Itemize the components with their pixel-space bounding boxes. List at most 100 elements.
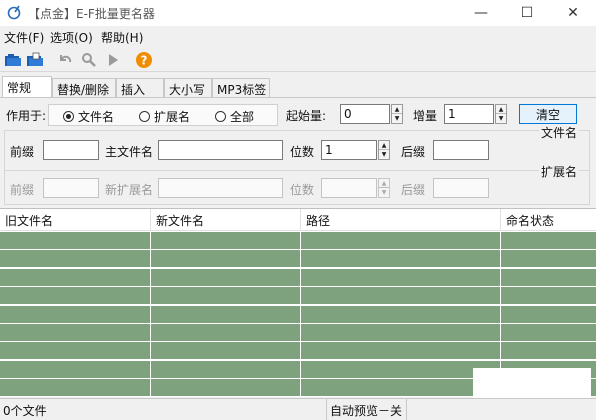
extension-digits-label: 位数 [290,183,315,197]
table-cell [0,268,151,287]
start-value-label: 起始量: [286,109,327,123]
table-cell [0,360,151,379]
radio-label: 文件名 [78,110,115,124]
table-cell [151,360,301,379]
extension-prefix-input[interactable] [43,178,99,198]
new-extension-input[interactable] [158,178,283,198]
spin-up-icon[interactable]: ▲ [496,105,506,114]
auto-preview-status: 自动预览－关 [327,399,407,420]
menu-file[interactable]: 文件(F) [4,29,44,46]
table-row[interactable] [0,268,596,287]
tab-general[interactable]: 常规 [2,76,52,98]
table-cell [0,250,151,269]
spin-down-icon[interactable]: ▼ [392,114,402,123]
table-cell [151,379,301,398]
tab-replace-delete[interactable]: 替换/删除 [52,78,116,98]
apply-to-radio-group: 文件名 扩展名 全部 [48,104,278,126]
main-filename-label: 主文件名 [105,145,154,159]
minimize-button[interactable]: — [458,0,504,26]
extension-digits-spinner[interactable]: ▲ ▼ [378,178,390,198]
table-row[interactable] [0,342,596,361]
radio-filename[interactable]: 文件名 [63,108,114,125]
tab-label: MP3标签 [217,83,267,97]
tab-insert[interactable]: 插入 [116,78,164,98]
increment-label: 增量 [413,109,438,123]
run-icon [109,54,118,66]
spin-up-icon[interactable]: ▲ [379,141,389,150]
spin-down-icon[interactable]: ▼ [379,188,389,197]
blank-area [473,368,591,400]
table-cell [0,287,151,306]
table-cell [0,305,151,324]
main-filename-input[interactable] [158,140,283,160]
table-cell [0,232,151,250]
table-cell [151,324,301,342]
window-title: 【点金】E-F批量更名器 [28,7,155,21]
tab-case[interactable]: 大小写 [164,78,212,98]
tab-label: 常规 [7,81,32,95]
close-button[interactable]: ✕ [550,0,596,26]
menu-help[interactable]: 帮助(H) [101,29,143,46]
increment-spinner[interactable]: ▲ ▼ [495,104,507,124]
spin-up-icon[interactable]: ▲ [379,179,389,188]
table-cell [301,250,501,269]
radio-label: 扩展名 [154,110,191,124]
tab-label: 替换/删除 [57,83,110,97]
maximize-icon: ☐ [520,5,534,21]
tab-mp3-tags[interactable]: MP3标签 [212,78,270,98]
help-icon: ? [136,52,152,68]
spin-down-icon[interactable]: ▼ [496,114,506,123]
column-header-new-name[interactable]: 新文件名 [151,209,301,231]
menu-options[interactable]: 选项(O) [50,29,93,46]
column-header-old-name[interactable]: 旧文件名 [0,209,151,231]
filename-suffix-input[interactable] [433,140,489,160]
table-cell [0,379,151,398]
radio-extension[interactable]: 扩展名 [139,108,190,125]
search-icon [82,53,96,67]
filename-group-title: 文件名 [539,124,580,141]
open-folder-button[interactable] [4,51,22,69]
open-files-button[interactable] [26,51,44,69]
file-count-status: 0个文件 [0,399,327,420]
spin-up-icon[interactable]: ▲ [392,105,402,114]
table-row[interactable] [0,250,596,269]
undo-button[interactable] [56,51,74,69]
extension-group-title: 扩展名 [539,163,580,180]
app-logo-icon [7,5,21,20]
run-button[interactable] [104,51,122,69]
table-row[interactable] [0,305,596,324]
extension-digits-input[interactable] [321,178,377,198]
maximize-button[interactable]: ☐ [504,0,550,26]
table-row[interactable] [0,287,596,306]
table-row[interactable] [0,324,596,342]
radio-all[interactable]: 全部 [215,108,254,125]
clear-button[interactable]: 清空 [519,104,577,124]
radio-indicator [215,111,226,122]
increment-input[interactable]: 1 [444,104,494,124]
grid-header: 旧文件名 新文件名 路径 命名状态 [0,209,596,231]
filename-prefix-input[interactable] [43,140,99,160]
open-files-icon [27,52,43,66]
table-row[interactable] [0,232,596,250]
help-button[interactable]: ? [135,51,153,69]
filename-suffix-label: 后缀 [401,145,426,159]
start-value-spinner[interactable]: ▲ ▼ [391,104,403,124]
new-extension-label: 新扩展名 [105,183,154,197]
title-bar: 【点金】E-F批量更名器 — ☐ ✕ [0,0,596,26]
column-header-status[interactable]: 命名状态 [501,209,596,231]
minimize-icon: — [474,5,488,21]
spin-down-icon[interactable]: ▼ [379,150,389,159]
table-cell [151,250,301,269]
extension-prefix-label: 前缀 [10,183,35,197]
extension-suffix-input[interactable] [433,178,489,198]
search-button[interactable] [80,51,98,69]
toolbar: ? [0,48,596,72]
column-header-path[interactable]: 路径 [301,209,501,231]
filename-digits-input[interactable]: 1 [321,140,377,160]
svg-text:?: ? [141,54,148,68]
start-value-input[interactable]: 0 [340,104,390,124]
radio-indicator [139,111,150,122]
filename-digits-spinner[interactable]: ▲ ▼ [378,140,390,160]
close-icon: ✕ [567,5,579,21]
undo-icon [60,55,72,63]
